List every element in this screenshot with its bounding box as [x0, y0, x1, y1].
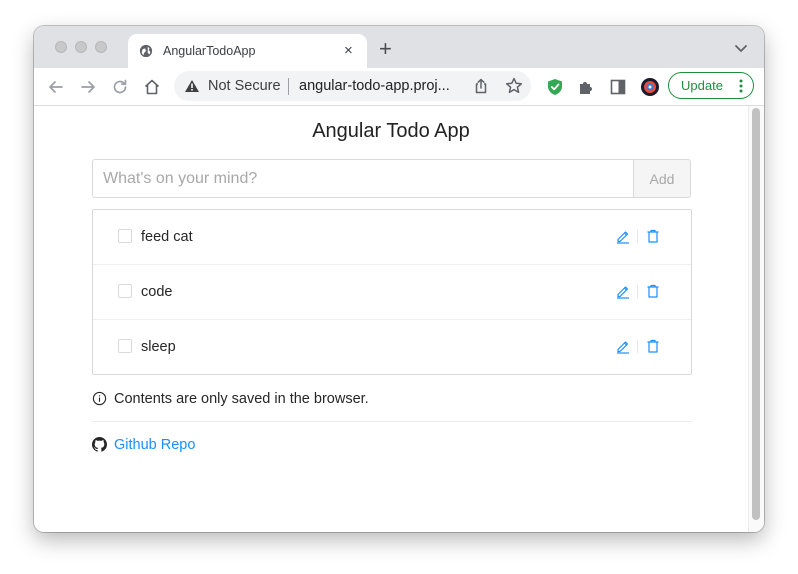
url-text[interactable]: angular-todo-app.proj...: [299, 78, 450, 94]
security-label[interactable]: Not Secure: [208, 78, 281, 94]
edit-icon[interactable]: [615, 228, 631, 244]
tab-close-icon[interactable]: ×: [344, 43, 353, 59]
update-button[interactable]: Update: [668, 72, 754, 99]
star-icon[interactable]: [504, 76, 524, 96]
globe-icon: [139, 44, 153, 58]
edit-icon[interactable]: [615, 338, 631, 354]
omnibox-divider: [288, 78, 289, 95]
tab-active[interactable]: AngularTodoApp ×: [128, 34, 367, 68]
side-panel-icon[interactable]: [608, 77, 628, 97]
reload-icon[interactable]: [110, 77, 130, 97]
scrollbar[interactable]: [748, 106, 764, 532]
shield-extension-icon[interactable]: [545, 77, 565, 97]
window-minimize-dot[interactable]: [75, 41, 87, 53]
action-divider: [637, 285, 638, 298]
update-label: Update: [681, 78, 723, 93]
new-todo-form: Add: [92, 159, 691, 198]
address-bar[interactable]: Not Secure angular-todo-app.proj...: [174, 71, 531, 101]
puzzle-icon[interactable]: [576, 77, 596, 97]
back-arrow-icon[interactable]: [46, 77, 66, 97]
browser-window: AngularTodoApp × + Not Secure angular-to…: [34, 26, 764, 532]
todo-list: feed cat code sleep: [92, 209, 692, 375]
window-zoom-dot[interactable]: [95, 41, 107, 53]
scrollbar-thumb[interactable]: [752, 108, 760, 520]
github-icon: [92, 437, 107, 452]
tab-title: AngularTodoApp: [163, 44, 256, 58]
page-title: Angular Todo App: [312, 120, 470, 142]
trash-icon[interactable]: [645, 228, 661, 244]
window-close-dot[interactable]: [55, 41, 67, 53]
list-item: code: [93, 264, 691, 320]
edit-icon[interactable]: [615, 283, 631, 299]
todo-checkbox[interactable]: [118, 284, 132, 298]
todo-text[interactable]: code: [141, 284, 172, 300]
add-button[interactable]: Add: [633, 159, 691, 198]
page-content: Angular Todo App Add feed cat code: [34, 106, 764, 532]
action-divider: [637, 340, 638, 353]
chevron-down-icon[interactable]: [734, 41, 748, 55]
github-link-label[interactable]: Github Repo: [114, 437, 195, 453]
forward-arrow-icon[interactable]: [78, 77, 98, 97]
browser-toolbar: Not Secure angular-todo-app.proj... Upda…: [34, 68, 764, 106]
divider: [92, 421, 692, 422]
new-tab-button[interactable]: +: [379, 38, 392, 60]
trash-icon[interactable]: [645, 283, 661, 299]
trash-icon[interactable]: [645, 338, 661, 354]
todo-input[interactable]: [92, 159, 634, 198]
action-divider: [637, 230, 638, 243]
warning-icon[interactable]: [184, 79, 200, 93]
tab-bar: AngularTodoApp × +: [34, 26, 764, 68]
todo-checkbox[interactable]: [118, 229, 132, 243]
notice-text: Contents are only saved in the browser.: [114, 391, 369, 407]
kebab-icon[interactable]: [739, 79, 743, 93]
todo-text[interactable]: sleep: [141, 339, 176, 355]
share-icon[interactable]: [472, 77, 490, 95]
list-item: sleep: [93, 319, 691, 375]
profile-avatar-icon[interactable]: [640, 77, 660, 97]
list-item: feed cat: [93, 210, 691, 265]
todo-text[interactable]: feed cat: [141, 229, 193, 245]
todo-checkbox[interactable]: [118, 339, 132, 353]
home-icon[interactable]: [142, 77, 162, 97]
info-icon: [92, 391, 107, 406]
